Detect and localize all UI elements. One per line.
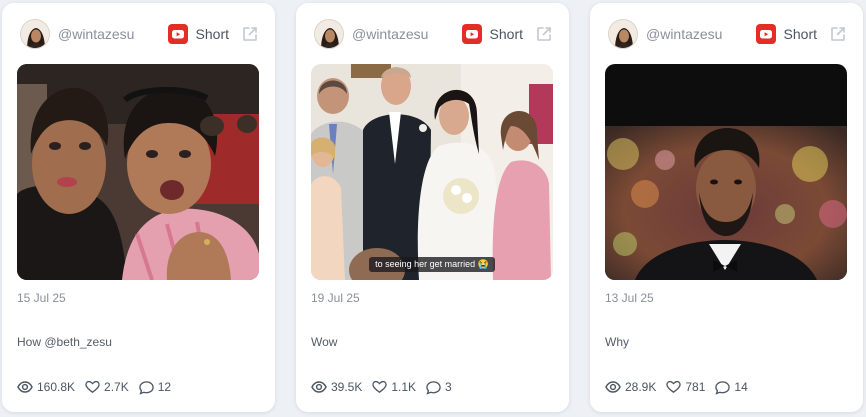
video-thumbnail[interactable] <box>17 64 259 280</box>
engagement-stats: 39.5K 1.1K 3 <box>311 378 452 396</box>
comments-count: 3 <box>445 380 452 394</box>
comments-count: 12 <box>157 380 172 394</box>
comments-count: 14 <box>734 380 748 394</box>
comments-stat: 3 <box>426 380 452 395</box>
post-date: 15 Jul 25 <box>17 291 66 305</box>
card-header: @wintazesu Short <box>296 17 569 51</box>
likes-stat: 2.7K <box>85 380 129 394</box>
avatar[interactable] <box>314 19 344 49</box>
card-header: @wintazesu Short <box>2 17 275 51</box>
avatar[interactable] <box>20 19 50 49</box>
post-date: 13 Jul 25 <box>605 291 654 305</box>
platform-badge[interactable]: Short <box>167 24 259 44</box>
engagement-stats: 160.8K 2.7K 12 <box>17 378 171 396</box>
platform-label: Short <box>195 26 229 42</box>
video-thumbnail[interactable] <box>605 64 847 280</box>
platform-badge[interactable]: Short <box>755 24 847 44</box>
username[interactable]: @wintazesu <box>646 26 756 42</box>
views-count: 160.8K <box>37 380 76 394</box>
username[interactable]: @wintazesu <box>58 26 168 42</box>
views-stat: 160.8K <box>17 379 75 395</box>
post-title: Why <box>605 335 629 349</box>
views-count: 28.9K <box>625 380 657 394</box>
engagement-stats: 28.9K 781 14 <box>605 378 748 396</box>
post-title: Wow <box>311 335 338 349</box>
eye-icon <box>311 381 327 393</box>
likes-count: 2.7K <box>104 380 129 394</box>
comments-stat: 14 <box>715 380 748 395</box>
eye-icon <box>17 381 33 393</box>
video-card[interactable]: @wintazesu Short <box>2 3 275 412</box>
likes-count: 1.1K <box>391 380 417 394</box>
youtube-icon <box>755 24 776 44</box>
comments-stat: 12 <box>139 380 171 395</box>
likes-stat: 1.1K <box>372 380 416 394</box>
heart-icon <box>85 380 100 393</box>
card-header: @wintazesu Short <box>590 17 863 51</box>
post-date: 19 Jul 25 <box>311 291 360 305</box>
external-link-icon[interactable] <box>241 25 259 43</box>
comment-icon <box>715 380 731 395</box>
heart-icon <box>666 380 682 393</box>
comment-icon <box>426 380 441 395</box>
youtube-icon <box>167 24 188 44</box>
video-caption: to seeing her get married 😭 <box>311 254 553 272</box>
platform-label: Short <box>783 26 817 42</box>
video-card[interactable]: @wintazesu Short <box>296 3 569 412</box>
views-stat: 28.9K <box>605 379 656 395</box>
platform-label: Short <box>489 26 523 42</box>
youtube-icon <box>461 24 482 44</box>
views-stat: 39.5K <box>311 379 362 395</box>
video-card[interactable]: @wintazesu Short <box>590 3 863 412</box>
comment-icon <box>139 380 154 395</box>
username[interactable]: @wintazesu <box>352 26 462 42</box>
avatar[interactable] <box>608 19 638 49</box>
likes-stat: 781 <box>666 380 705 394</box>
external-link-icon[interactable] <box>829 25 847 43</box>
eye-icon <box>605 381 621 393</box>
views-count: 39.5K <box>331 380 363 394</box>
video-thumbnail[interactable]: to seeing her get married 😭 <box>311 64 553 280</box>
likes-count: 781 <box>685 380 706 394</box>
heart-icon <box>372 380 388 393</box>
platform-badge[interactable]: Short <box>461 24 553 44</box>
post-title: How @beth_zesu <box>17 335 112 349</box>
external-link-icon[interactable] <box>535 25 553 43</box>
